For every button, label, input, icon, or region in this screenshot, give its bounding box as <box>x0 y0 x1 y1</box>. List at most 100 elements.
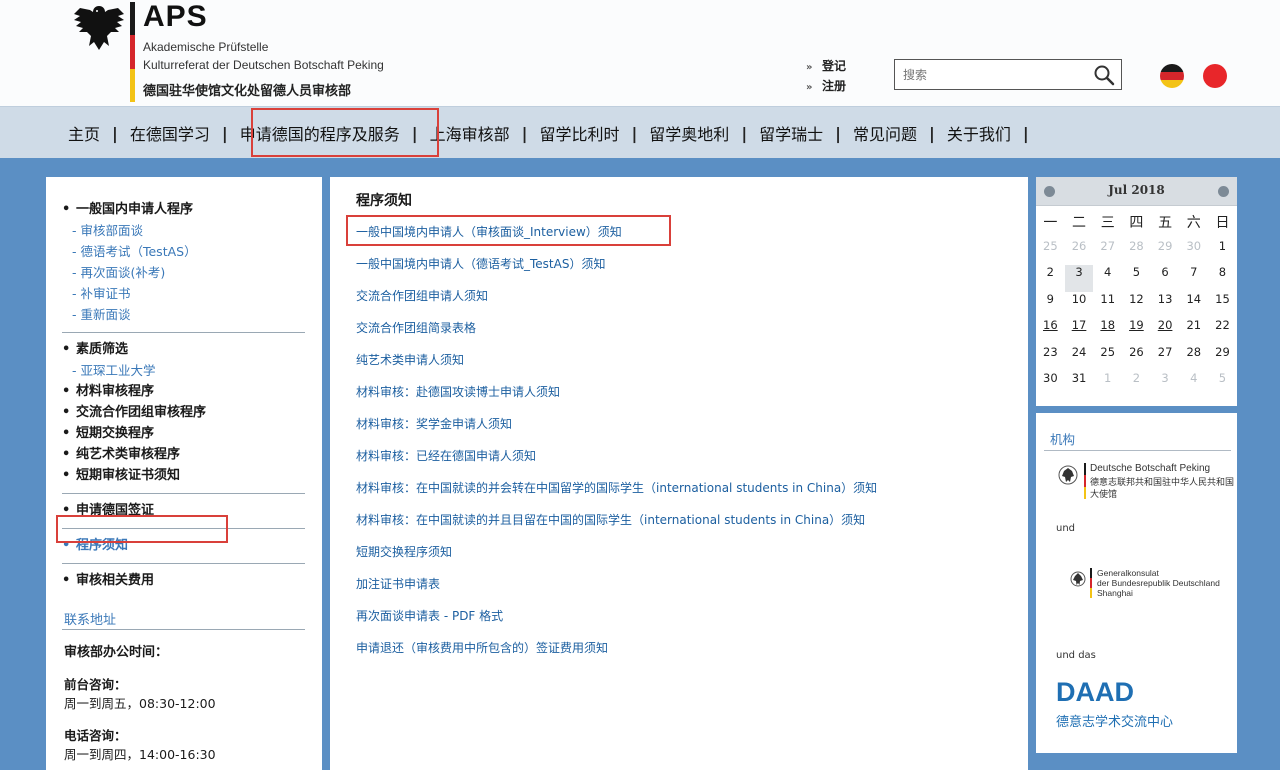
sidebar-item-fees[interactable]: 审核相关费用 <box>62 570 305 591</box>
calendar-day[interactable]: 30 <box>1036 371 1065 398</box>
and-label: und das <box>1056 650 1096 661</box>
embassy-name[interactable]: Deutsche Botschaft Peking <box>1090 463 1210 474</box>
guide-link-scholarship[interactable]: 材料审核：奖学金申请人须知 <box>356 415 512 432</box>
double-arrow-icon: » <box>806 82 813 93</box>
account-links: » 登记 » 注册 <box>806 58 846 98</box>
calendar-day[interactable]: 20 <box>1151 318 1180 345</box>
calendar-day[interactable]: 6 <box>1151 265 1180 292</box>
flag-stripe <box>1084 463 1086 499</box>
embassy-eagle-icon <box>1058 465 1078 485</box>
calendar-day[interactable]: 10 <box>1065 292 1094 319</box>
guide-link-certificate-form[interactable]: 加注证书申请表 <box>356 575 440 592</box>
calendar-day[interactable]: 21 <box>1179 318 1208 345</box>
calendar-day[interactable]: 27 <box>1151 345 1180 372</box>
guide-link-phd[interactable]: 材料审核：赴德国攻读博士申请人须知 <box>356 383 560 400</box>
calendar-day[interactable]: 18 <box>1093 318 1122 345</box>
sidebar-sub-certificate[interactable]: - 补审证书 <box>62 283 305 304</box>
login-link[interactable]: » 登记 <box>806 58 846 78</box>
calendar-day: 26 <box>1071 238 1087 253</box>
calendar-day[interactable]: 12 <box>1122 292 1151 319</box>
sidebar-sub-rwth[interactable]: - 亚琛工业大学 <box>62 360 305 381</box>
nav-shanghai-office[interactable]: 上海审核部 <box>430 121 510 145</box>
divider <box>62 629 305 630</box>
front-desk-label: 前台咨询： <box>64 677 127 692</box>
nav-study-in-germany[interactable]: 在德国学习 <box>130 121 210 145</box>
calendar-header: Jul 2018 <box>1036 177 1237 206</box>
next-month-icon[interactable] <box>1218 186 1229 197</box>
guide-link-short-exchange[interactable]: 短期交换程序须知 <box>356 543 452 560</box>
calendar-day[interactable]: 8 <box>1208 265 1237 292</box>
german-language-flag-icon[interactable] <box>1160 64 1184 88</box>
register-link[interactable]: » 注册 <box>806 78 846 98</box>
search-input[interactable] <box>895 60 1085 89</box>
calendar-day: 27 <box>1100 238 1116 253</box>
guide-link-exchange-applicants[interactable]: 交流合作团组申请人须知 <box>356 287 488 304</box>
guide-link-exchange-form[interactable]: 交流合作团组简录表格 <box>356 319 476 336</box>
nav-study-austria[interactable]: 留学奥地利 <box>649 121 729 145</box>
calendar-grid: 一二三四五六日 25 26 27 28 29 30 1 2 3 4 5 6 7 8 9 10 11 12 13 14 15… <box>1036 212 1237 398</box>
contact-title[interactable]: 联系地址 <box>64 609 116 628</box>
guide-link-intl-students-2[interactable]: 材料审核：在中国就读的并且目留在中国的国际学生（international st… <box>356 511 865 528</box>
logo-title[interactable]: APS <box>143 0 208 34</box>
calendar-day[interactable]: 4 <box>1093 265 1122 292</box>
calendar-day: 28 <box>1129 238 1144 253</box>
sidebar-sub-testas[interactable]: - 德语考试（TestAS） <box>62 241 305 262</box>
guide-link-testas[interactable]: 一般中国境内申请人（德语考试_TestAS）须知 <box>356 255 605 272</box>
calendar-week: 30 31 1 2 3 4 5 <box>1036 371 1237 398</box>
calendar-day[interactable]: 28 <box>1179 345 1208 372</box>
calendar-day[interactable]: 5 <box>1122 265 1151 292</box>
consulate-eagle-icon <box>1070 571 1086 587</box>
calendar-day[interactable]: 25 <box>1093 345 1122 372</box>
calendar-day[interactable]: 1 <box>1208 239 1237 266</box>
daad-logo[interactable]: DAAD <box>1056 677 1134 708</box>
guide-link-reinterview-pdf[interactable]: 再次面谈申请表 - PDF 格式 <box>356 607 503 624</box>
calendar-day[interactable]: 17 <box>1065 318 1094 345</box>
calendar-day[interactable]: 9 <box>1036 292 1065 319</box>
annotation-highlight-box <box>251 108 439 157</box>
calendar-day[interactable]: 7 <box>1179 265 1208 292</box>
divider <box>1044 450 1231 451</box>
calendar-day[interactable]: 23 <box>1036 345 1065 372</box>
calendar-day[interactable]: 11 <box>1093 292 1122 319</box>
sidebar-item-general-applicants[interactable]: 一般国内申请人程序 <box>62 199 305 220</box>
calendar-day[interactable]: 26 <box>1122 345 1151 372</box>
sidebar-item-document-review[interactable]: 材料审核程序 <box>62 381 305 402</box>
sidebar-item-quality-screening[interactable]: 素质筛选 <box>62 339 305 360</box>
calendar-day[interactable]: 16 <box>1036 318 1065 345</box>
chinese-language-flag-icon[interactable] <box>1203 64 1227 88</box>
calendar-day[interactable]: 13 <box>1151 292 1180 319</box>
calendar-day[interactable]: 29 <box>1208 345 1237 372</box>
guide-link-visa-refund[interactable]: 申请退还（审核费用中所包含的）签证费用须知 <box>356 639 608 656</box>
calendar-day[interactable]: 31 <box>1065 371 1094 398</box>
calendar-day: 4 <box>1190 371 1198 385</box>
guide-link-in-germany[interactable]: 材料审核：已经在德国申请人须知 <box>356 447 536 464</box>
calendar-day[interactable]: 24 <box>1065 345 1094 372</box>
calendar-day[interactable]: 22 <box>1208 318 1237 345</box>
calendar-day[interactable]: 19 <box>1122 318 1151 345</box>
sidebar-sub-new-interview[interactable]: - 重新面谈 <box>62 304 305 325</box>
sidebar-sub-interview[interactable]: - 审核部面谈 <box>62 220 305 241</box>
nav-faq[interactable]: 常见问题 <box>853 121 917 145</box>
nav-home[interactable]: 主页 <box>68 121 100 145</box>
nav-study-switzerland[interactable]: 留学瑞士 <box>759 121 823 145</box>
logo-subtitle-de-1: Akademische Prüfstelle <box>143 40 269 54</box>
nav-study-belgium[interactable]: 留学比利时 <box>539 121 619 145</box>
sidebar-item-fine-arts[interactable]: 纯艺术类审核程序 <box>62 444 305 465</box>
nav-about-us[interactable]: 关于我们 <box>947 121 1011 145</box>
guide-link-fine-arts[interactable]: 纯艺术类申请人须知 <box>356 351 464 368</box>
calendar-day[interactable]: 2 <box>1036 265 1065 292</box>
calendar-day[interactable]: 3 <box>1064 265 1094 292</box>
calendar-week: 2345678 <box>1036 265 1237 292</box>
calendar-day[interactable]: 14 <box>1179 292 1208 319</box>
guide-link-intl-students-1[interactable]: 材料审核：在中国就读的并会转在中国留学的国际学生（international s… <box>356 479 877 496</box>
page-title: 程序须知 <box>356 193 412 209</box>
double-arrow-icon: » <box>806 62 813 73</box>
search-icon[interactable] <box>1093 64 1115 86</box>
calendar-day: 5 <box>1218 371 1227 385</box>
annotation-highlight-box <box>346 215 671 246</box>
sidebar-item-short-exchange[interactable]: 短期交换程序 <box>62 423 305 444</box>
calendar-day[interactable]: 15 <box>1208 292 1237 319</box>
sidebar-sub-reinterview[interactable]: - 再次面谈(补考) <box>62 262 305 283</box>
sidebar-item-short-certificate[interactable]: 短期审核证书须知 <box>62 465 305 486</box>
sidebar-item-exchange-groups[interactable]: 交流合作团组审核程序 <box>62 402 305 423</box>
